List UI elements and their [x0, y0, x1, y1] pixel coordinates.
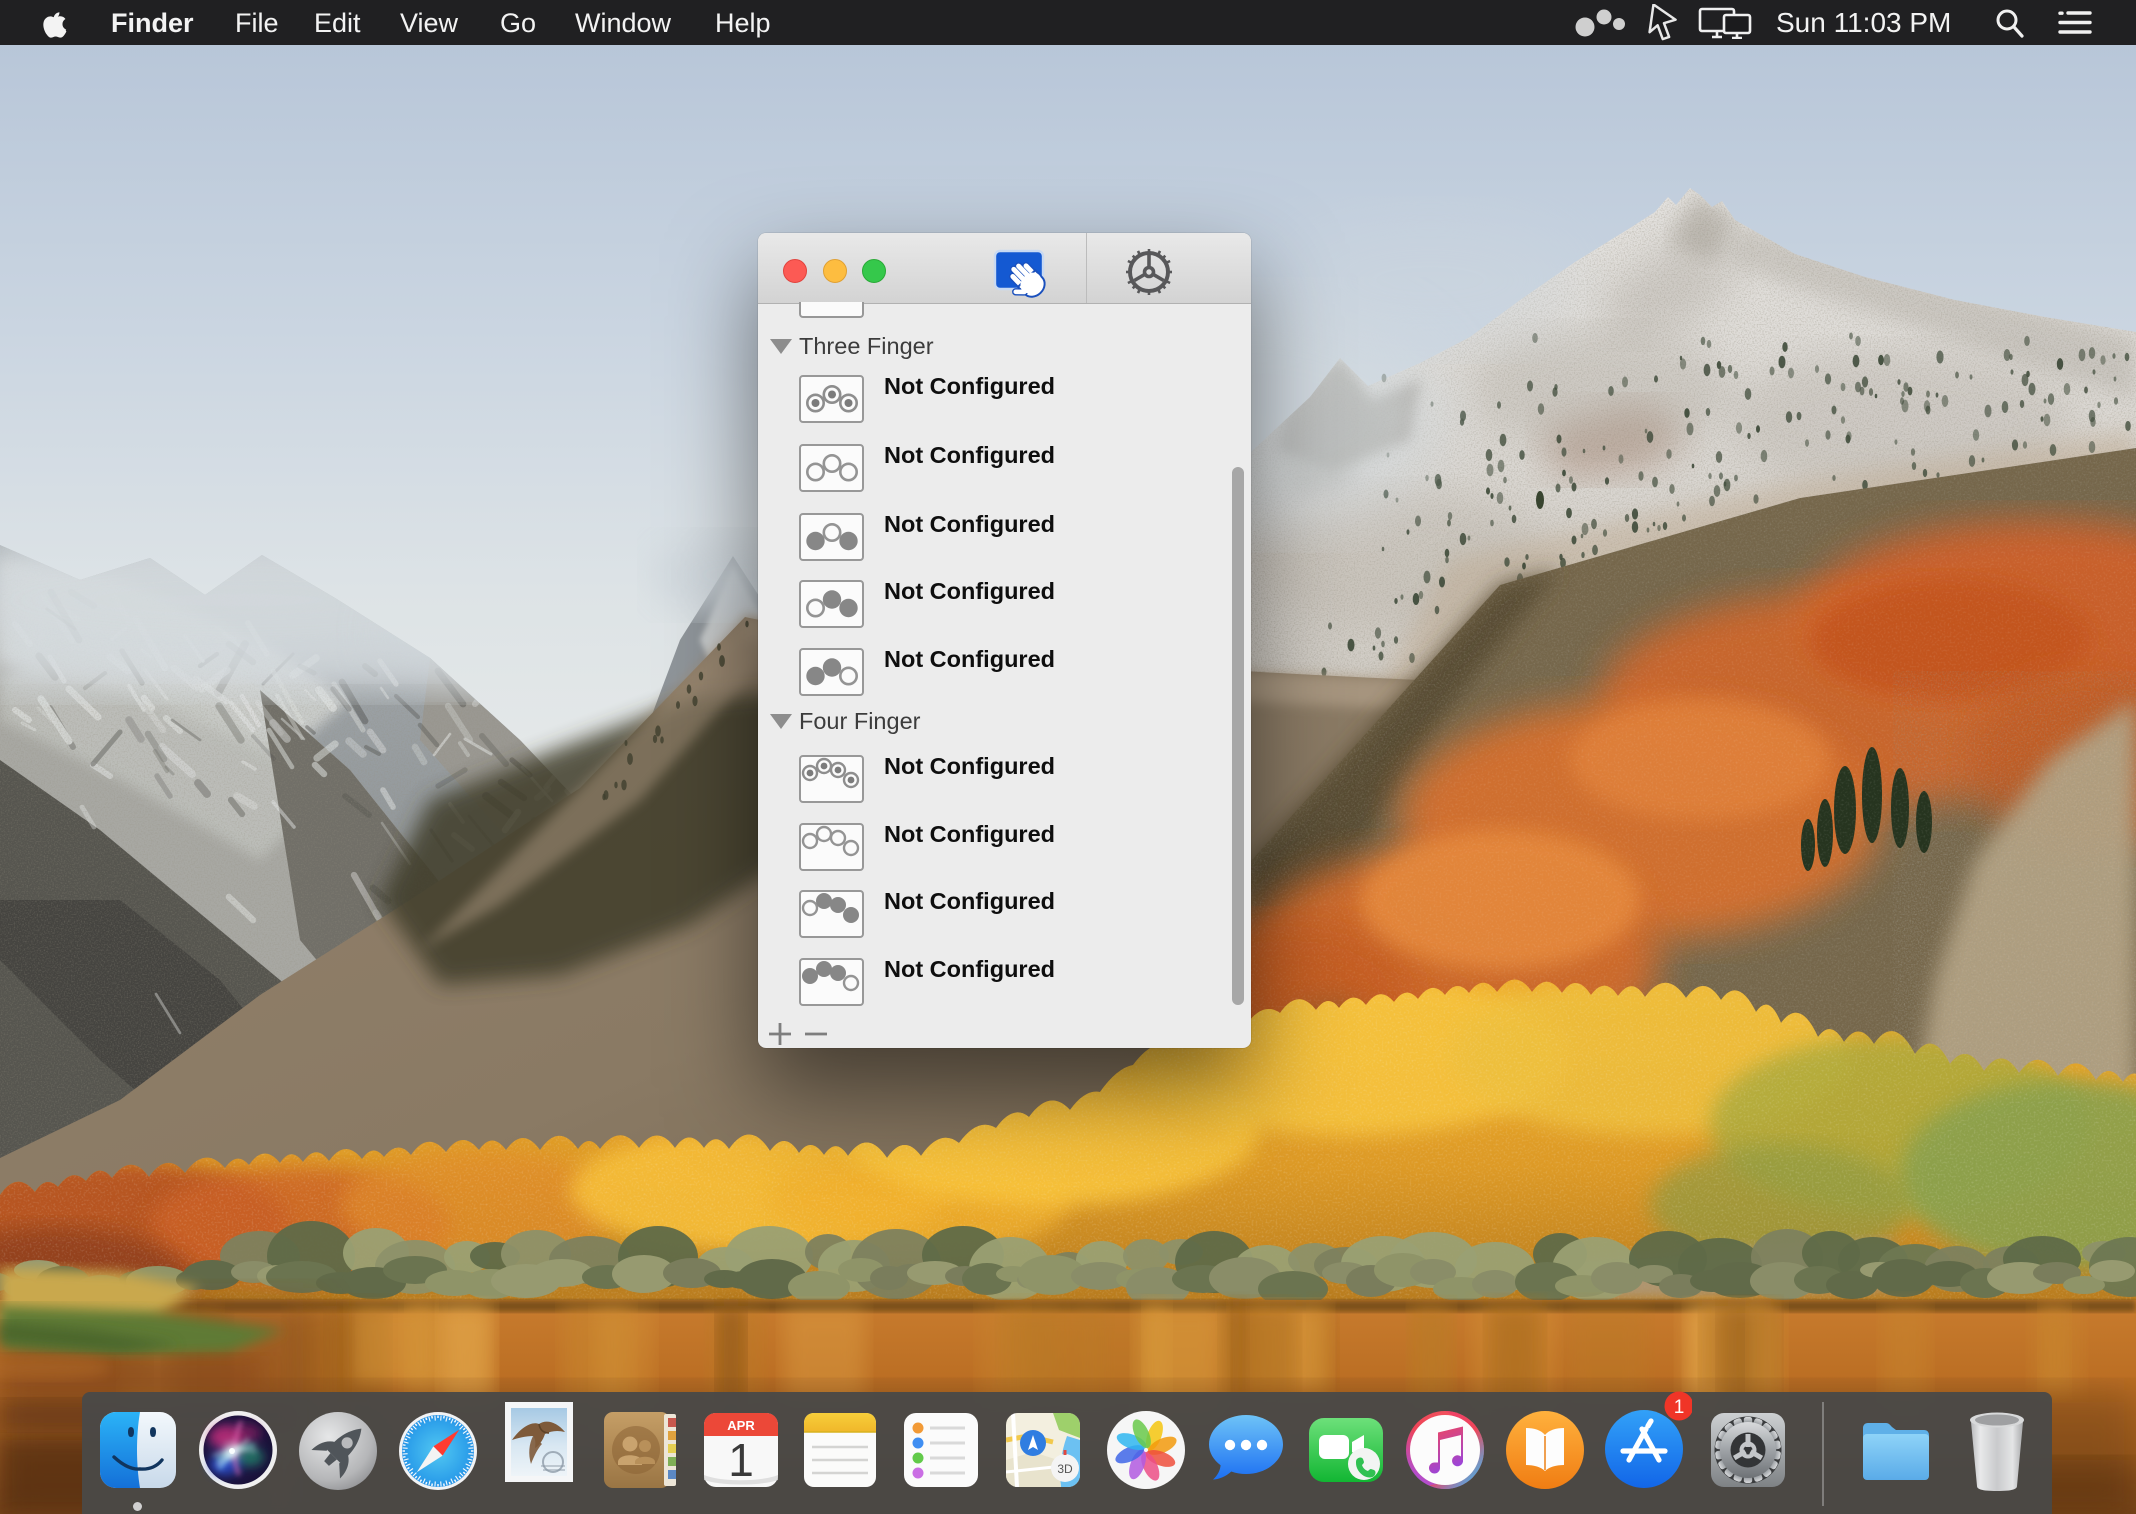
svg-text:APR: APR — [727, 1418, 755, 1433]
svg-text:1: 1 — [1674, 1397, 1685, 1418]
svg-text:1: 1 — [728, 1434, 754, 1486]
svg-text:3D: 3D — [1057, 1462, 1073, 1476]
